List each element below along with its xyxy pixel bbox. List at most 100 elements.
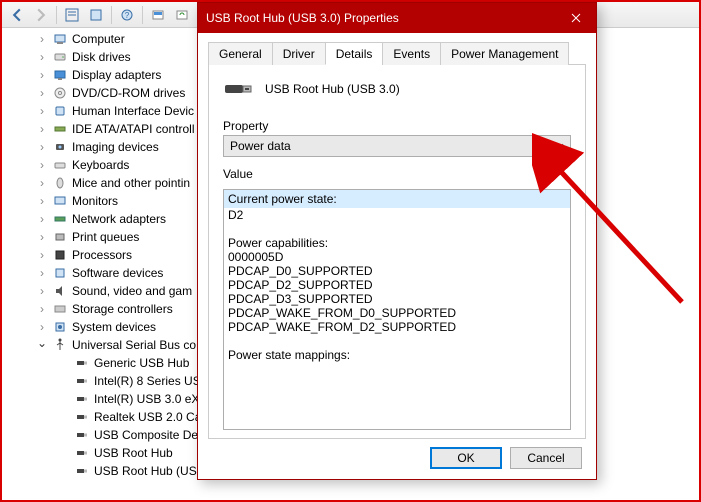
tab-power-management[interactable]: Power Management <box>440 42 569 65</box>
value-line[interactable]: Power capabilities: <box>228 236 566 250</box>
expand-arrow-icon[interactable]: › <box>36 122 48 136</box>
expand-arrow-icon[interactable]: › <box>36 320 48 334</box>
print-icon <box>52 229 68 245</box>
expand-arrow-icon[interactable]: › <box>36 140 48 154</box>
separator <box>56 6 57 24</box>
update-button[interactable] <box>171 5 193 25</box>
usbdev-icon <box>74 463 90 479</box>
sw-icon <box>52 265 68 281</box>
value-line[interactable]: PDCAP_D3_SUPPORTED <box>228 292 566 306</box>
expand-arrow-icon[interactable]: › <box>36 230 48 244</box>
kb-icon <box>52 157 68 173</box>
cancel-button[interactable]: Cancel <box>510 447 582 469</box>
expand-arrow-icon[interactable]: › <box>36 212 48 226</box>
expand-arrow-icon[interactable]: › <box>36 284 48 298</box>
tree-item-label: IDE ATA/ATAPI controll <box>72 122 194 136</box>
dialog-footer: OK Cancel <box>208 439 586 469</box>
nav-back-button[interactable] <box>6 5 28 25</box>
tree-item-label: Sound, video and gam <box>72 284 192 298</box>
tree-item-label: Software devices <box>72 266 163 280</box>
tree-item-label: Disk drives <box>72 50 131 64</box>
mon-icon <box>52 193 68 209</box>
chevron-down-icon <box>556 142 564 150</box>
svg-text:?: ? <box>125 11 130 20</box>
device-name: USB Root Hub (USB 3.0) <box>265 82 400 96</box>
value-line[interactable]: Power state mappings: <box>228 348 566 362</box>
usbdev-icon <box>74 445 90 461</box>
tree-item-label: Monitors <box>72 194 118 208</box>
expand-arrow-icon[interactable]: › <box>36 32 48 46</box>
disk-icon <box>52 49 68 65</box>
value-line[interactable]: PDCAP_D2_SUPPORTED <box>228 278 566 292</box>
tree-item-label: Intel(R) USB 3.0 eXte <box>94 392 209 406</box>
expand-arrow-icon[interactable]: › <box>36 176 48 190</box>
tree-item-label: Print queues <box>72 230 139 244</box>
ok-button[interactable]: OK <box>430 447 502 469</box>
expand-arrow-icon[interactable]: › <box>36 248 48 262</box>
tab-driver[interactable]: Driver <box>272 42 326 65</box>
separator <box>142 6 143 24</box>
tree-item-label: System devices <box>72 320 156 334</box>
value-line[interactable] <box>228 334 566 348</box>
stor-icon <box>52 301 68 317</box>
tree-item-label: Storage controllers <box>72 302 173 316</box>
tree-item-label: Processors <box>72 248 132 262</box>
property-label: Property <box>223 119 571 133</box>
value-line[interactable]: Current power state: <box>224 190 570 208</box>
display-icon <box>52 67 68 83</box>
expand-arrow-icon[interactable]: › <box>36 50 48 64</box>
expand-arrow-icon[interactable]: › <box>36 302 48 316</box>
sys-icon <box>52 319 68 335</box>
expand-arrow-icon[interactable]: › <box>36 68 48 82</box>
tree-item-label: USB Root Hub <box>94 446 173 460</box>
value-line[interactable] <box>228 222 566 236</box>
tree-item-label: Imaging devices <box>72 140 159 154</box>
value-line[interactable]: PDCAP_WAKE_FROM_D2_SUPPORTED <box>228 320 566 334</box>
scan-button[interactable] <box>147 5 169 25</box>
cam-icon <box>52 139 68 155</box>
expand-arrow-icon[interactable]: › <box>36 158 48 172</box>
tree-item-label: Realtek USB 2.0 Car <box>94 410 205 424</box>
property-dropdown[interactable]: Power data <box>223 135 571 157</box>
properties-button[interactable] <box>85 5 107 25</box>
value-line[interactable]: PDCAP_D0_SUPPORTED <box>228 264 566 278</box>
close-button[interactable] <box>556 3 596 33</box>
mouse-icon <box>52 175 68 191</box>
expand-arrow-icon[interactable]: › <box>36 86 48 100</box>
value-line[interactable]: D2 <box>228 208 566 222</box>
tree-item-label: USB Composite Devi <box>94 428 207 442</box>
nav-forward-button[interactable] <box>30 5 52 25</box>
cd-icon <box>52 85 68 101</box>
value-listbox[interactable]: Current power state:D2 Power capabilitie… <box>223 189 571 430</box>
usbdev-icon <box>74 409 90 425</box>
expand-arrow-icon[interactable]: › <box>36 266 48 280</box>
dialog-titlebar[interactable]: USB Root Hub (USB 3.0) Properties <box>198 3 596 33</box>
property-dropdown-value: Power data <box>230 139 291 153</box>
tab-general[interactable]: General <box>208 42 273 65</box>
net-icon <box>52 211 68 227</box>
expand-arrow-open-icon[interactable]: ⌄ <box>36 336 48 350</box>
tree-item-label: Mice and other pointin <box>72 176 190 190</box>
tab-details[interactable]: Details <box>325 42 384 65</box>
value-line[interactable]: PDCAP_WAKE_FROM_D0_SUPPORTED <box>228 306 566 320</box>
tree-item-label: Human Interface Devic <box>72 104 194 118</box>
expand-arrow-icon[interactable]: › <box>36 104 48 118</box>
snd-icon <box>52 283 68 299</box>
usbdev-icon <box>74 373 90 389</box>
tab-events[interactable]: Events <box>382 42 441 65</box>
pc-icon <box>52 31 68 47</box>
show-hidden-button[interactable] <box>61 5 83 25</box>
expand-arrow-icon[interactable]: › <box>36 194 48 208</box>
help-button[interactable]: ? <box>116 5 138 25</box>
tree-item-label: Generic USB Hub <box>94 356 189 370</box>
tab-content-details: USB Root Hub (USB 3.0) Property Power da… <box>208 65 586 439</box>
tree-item-label: Network adapters <box>72 212 166 226</box>
tree-item-label: Intel(R) 8 Series USB <box>94 374 209 388</box>
tree-item-label: Universal Serial Bus co <box>72 338 196 352</box>
value-line[interactable]: 0000005D <box>228 250 566 264</box>
usbdev-icon <box>74 355 90 371</box>
properties-dialog: USB Root Hub (USB 3.0) Properties Genera… <box>197 2 597 480</box>
tree-item-label: Display adapters <box>72 68 161 82</box>
tree-item-label: Keyboards <box>72 158 129 172</box>
usb-icon <box>52 337 68 353</box>
